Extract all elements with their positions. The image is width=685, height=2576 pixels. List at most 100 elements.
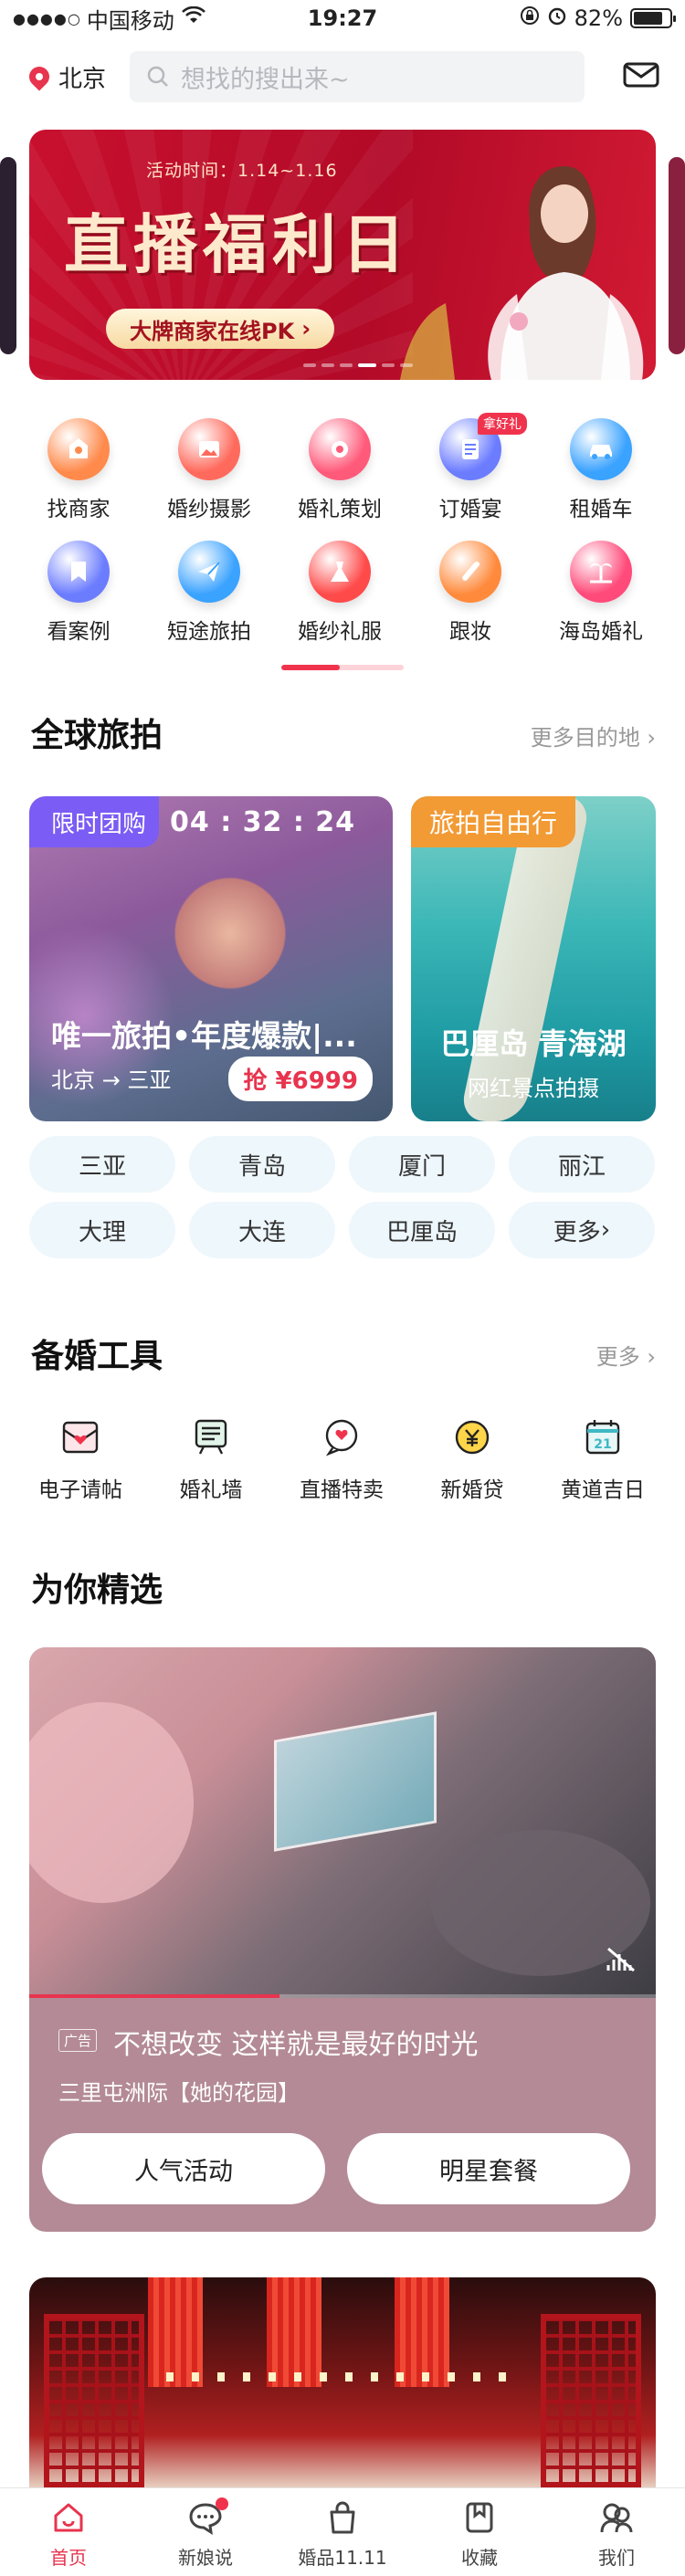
tool-label: 婚礼墙 (179, 1478, 243, 1502)
search-placeholder: 想找的搜出来~ (181, 65, 350, 94)
mute-icon (606, 1947, 635, 1972)
banner-headline: 直播福利日 (64, 206, 411, 282)
tab-label: 婚品11.11 (298, 2547, 387, 2569)
banner-dot (321, 363, 334, 367)
tools-more-link[interactable]: 更多 › (596, 1339, 656, 1371)
tool-live-sale[interactable]: 直播特卖 (276, 1414, 407, 1503)
chevron-right-icon: › (301, 316, 311, 342)
category-item[interactable]: 跟妆 (406, 541, 534, 645)
category-item[interactable]: 短途旅拍 (145, 541, 273, 645)
svg-text:21: 21 (594, 1437, 611, 1452)
category-label: 跟妆 (449, 620, 491, 644)
category-item[interactable]: 订婚宴 拿好礼 (406, 413, 534, 522)
free-travel-card[interactable]: 旅拍自由行 巴厘岛 青海湖 网红景点拍摄 (411, 796, 656, 1121)
promo-banner[interactable]: 活动时间：1.14~1.16 直播福利日 大牌商家在线PK › (29, 130, 656, 380)
category-label: 婚礼策划 (298, 498, 382, 521)
grid-page-indicator (281, 665, 404, 670)
plane-icon (178, 541, 240, 603)
free-travel-subtitle: 网红景点拍摄 (468, 1076, 599, 1101)
flash-sale-card[interactable]: 限时团购 04 : 32 : 24 唯一旅拍•年度爆款|... 北京 → 三亚 … (29, 796, 393, 1121)
notification-dot (216, 2497, 228, 2510)
card-photo (44, 2314, 144, 2487)
chevron-right-icon: › (647, 725, 656, 751)
featured-video[interactable] (29, 1647, 656, 1998)
tool-label: 新婚贷 (440, 1478, 504, 1502)
bag-icon (330, 2501, 355, 2534)
invitation-icon (57, 1414, 104, 1461)
destination-chip[interactable]: 三亚 (29, 1136, 175, 1193)
flash-sale-price-button[interactable]: 抢 ¥6999 (228, 1057, 373, 1101)
couple-icon (600, 2503, 633, 2533)
island-icon (570, 541, 632, 603)
travel-more-label: 更多目的地 (530, 725, 640, 751)
category-label: 租婚车 (569, 498, 633, 521)
category-item[interactable]: 婚纱礼服 (276, 541, 404, 645)
category-item[interactable]: 看案例 (15, 541, 142, 645)
tab-label: 我们 (598, 2547, 635, 2569)
chevron-right-icon: › (647, 1344, 656, 1370)
destination-chip[interactable]: 丽江 (509, 1136, 655, 1193)
destination-label: 更多 (553, 1218, 601, 1246)
city-name: 北京 (58, 65, 107, 93)
card-photo (267, 2277, 321, 2387)
destination-chip[interactable]: 巴厘岛 (349, 1202, 495, 1258)
tool-wedding-wall[interactable]: 婚礼墙 (145, 1414, 277, 1503)
store-icon (47, 418, 110, 480)
card-photo (166, 2372, 522, 2381)
tab-label: 收藏 (461, 2547, 498, 2569)
destination-chip[interactable]: 大理 (29, 1202, 175, 1258)
banner-next-peek[interactable] (669, 157, 685, 354)
video-decor (29, 1702, 194, 1903)
travel-more-link[interactable]: 更多目的地 › (531, 720, 656, 752)
carrier-name: 中国移动 (86, 7, 174, 34)
collect-icon (466, 2502, 493, 2533)
tool-invitation[interactable]: 电子请帖 (15, 1414, 146, 1503)
loan-icon (448, 1414, 496, 1461)
category-item[interactable]: 婚纱摄影 (145, 418, 273, 522)
battery-icon (630, 8, 676, 28)
featured-subtitle: 三里屯洲际【她的花园】 (58, 2080, 300, 2106)
category-label: 婚纱摄影 (167, 498, 251, 521)
banner-dot (340, 363, 353, 367)
photo-icon (178, 418, 240, 480)
destination-chip[interactable]: 青岛 (189, 1136, 335, 1193)
city-selector[interactable]: 北京 (25, 60, 107, 94)
destination-label: 大连 (237, 1218, 286, 1246)
tab-us[interactable]: 我们 (548, 2499, 685, 2570)
tab-wedding-goods[interactable]: 婚品11.11 (274, 2499, 411, 2570)
category-item[interactable]: 婚礼策划 (276, 418, 404, 522)
wifi-icon (181, 5, 206, 30)
featured-card-2[interactable] (29, 2277, 656, 2487)
banner-prev-peek[interactable] (0, 157, 16, 354)
tool-label: 电子请帖 (38, 1478, 122, 1502)
grid-page-indicator-active (281, 665, 340, 670)
category-badge: 拿好礼 (478, 413, 527, 435)
battery-percent: 82% (574, 5, 623, 31)
tool-label: 直播特卖 (300, 1478, 384, 1502)
banner-cta[interactable]: 大牌商家在线PK › (106, 309, 335, 349)
message-button[interactable] (623, 61, 659, 92)
travel-section-title: 全球旅拍 (31, 717, 163, 754)
tab-bride-talk[interactable]: 新娘说 (137, 2497, 274, 2570)
tab-favorites[interactable]: 收藏 (411, 2499, 548, 2570)
flash-sale-label: 限时团购 (29, 796, 160, 847)
popular-activity-button[interactable]: 人气活动 (42, 2133, 325, 2204)
tool-lucky-day[interactable]: 21 黄道吉日 (537, 1414, 669, 1503)
mute-button[interactable] (603, 1940, 639, 1980)
search-bar[interactable]: 想找的搜出来~ (130, 51, 585, 102)
ad-badge: 广告 (58, 2029, 98, 2052)
featured-ad-card[interactable]: 广告 不想改变 这样就是最好的时光 三里屯洲际【她的花园】 人气活动 明星套餐 (29, 1647, 656, 2232)
flash-sale-title: 唯一旅拍•年度爆款|... (51, 1018, 357, 1054)
tab-home[interactable]: 首页 (0, 2499, 137, 2570)
home-icon (54, 2503, 83, 2532)
destination-more-chip[interactable]: 更多 › (509, 1202, 655, 1258)
banner-cta-label: 大牌商家在线PK (130, 318, 295, 344)
free-travel-tag: 旅拍自由行 (411, 796, 576, 847)
category-item[interactable]: 海岛婚礼 (537, 541, 665, 645)
star-package-button[interactable]: 明星套餐 (347, 2133, 630, 2204)
tool-wedding-loan[interactable]: 新婚贷 (406, 1414, 538, 1503)
category-item[interactable]: 找商家 (15, 418, 142, 522)
destination-chip[interactable]: 厦门 (349, 1136, 495, 1193)
category-item[interactable]: 租婚车 (537, 418, 665, 522)
destination-chip[interactable]: 大连 (189, 1202, 335, 1258)
